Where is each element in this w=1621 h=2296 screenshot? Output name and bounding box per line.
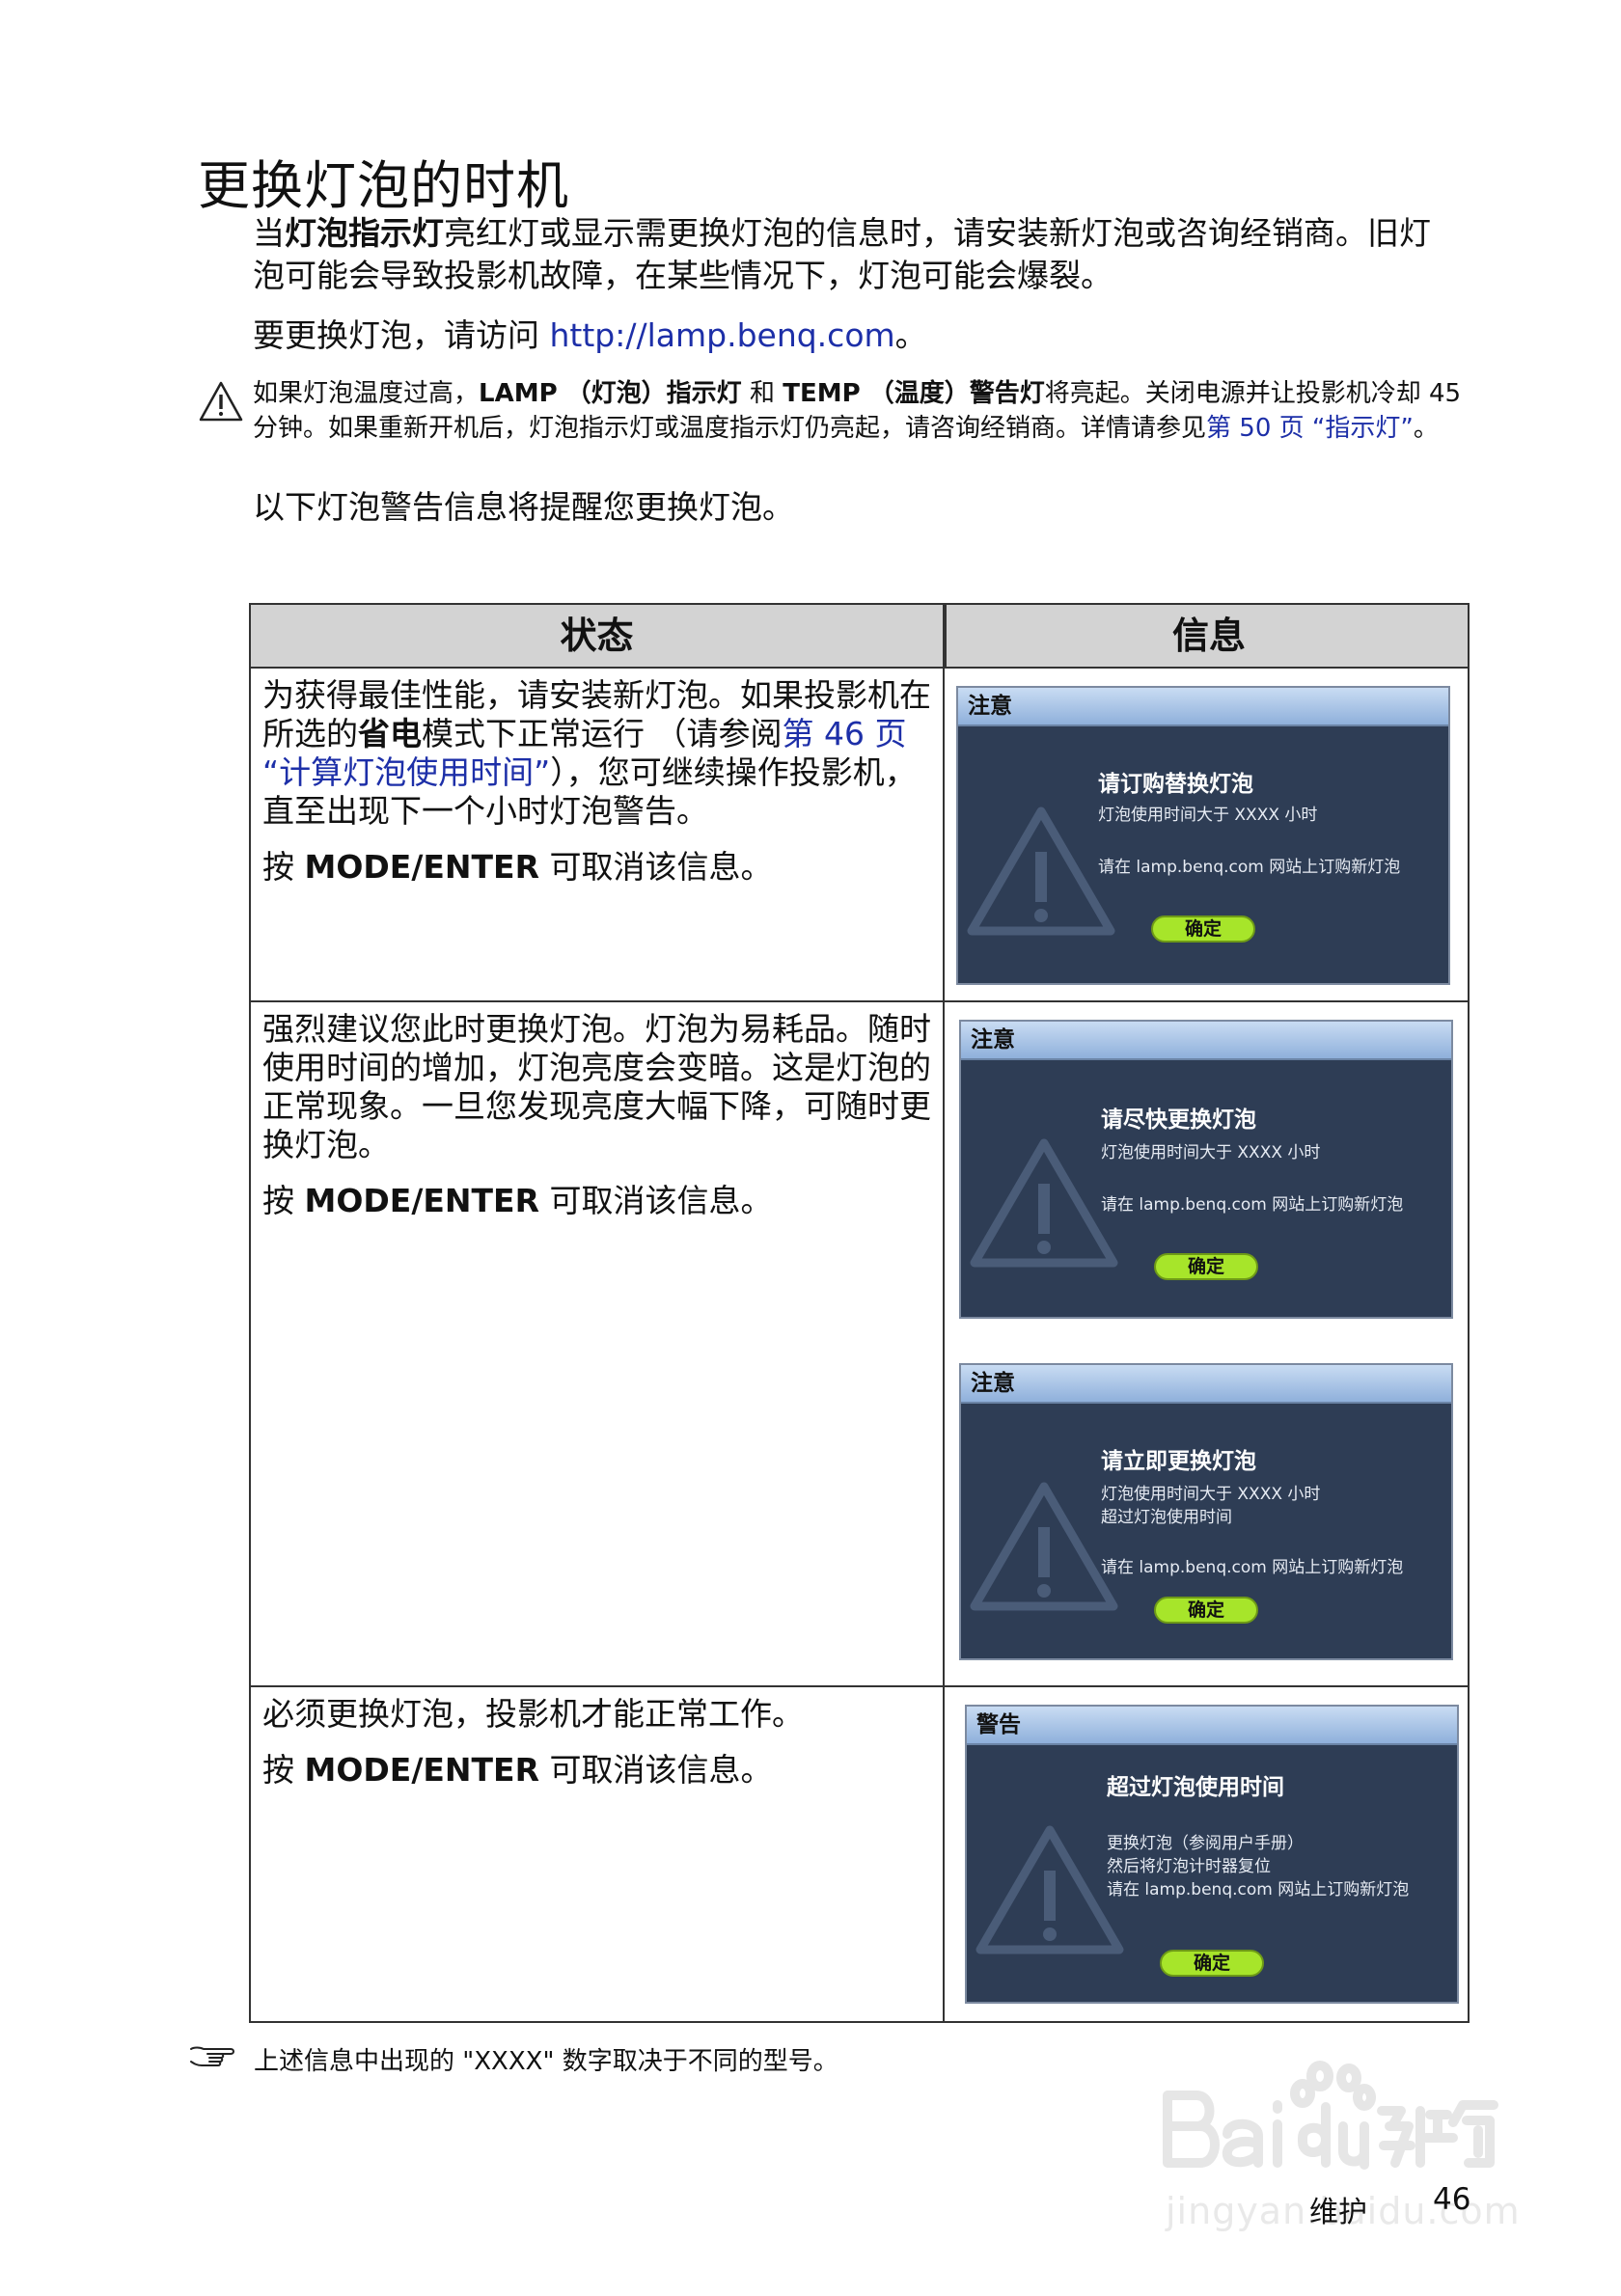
page-title: 更换灯泡的时机 — [198, 155, 569, 216]
osd-replace-now: 注意 请立即更换灯泡 灯泡使用时间大于 XXXX 小时 超过灯泡使用时间 请在 … — [959, 1363, 1453, 1660]
row-3-press: 按 MODE/ENTER 可取消该信息。 — [262, 1751, 773, 1789]
osd-title: 请尽快更换灯泡 — [1101, 1107, 1256, 1133]
osd-ok-button[interactable]: 确定 — [1160, 1950, 1264, 1977]
row-2-state: 强烈建议您此时更换灯泡。灯泡为易耗品。随时使用时间的增加，灯泡亮度会变暗。这是灯… — [262, 1010, 938, 1220]
row-divider — [251, 1000, 1468, 1002]
osd-line: 灯泡使用时间大于 XXXX 小时 — [1101, 1143, 1321, 1162]
caution-text: 如果灯泡温度过高，LAMP （灯泡）指示灯 和 TEMP （温度）警告灯将亮起。… — [253, 379, 1462, 443]
header-info: 信息 — [945, 605, 1471, 667]
note-text: 上述信息中出现的 "XXXX" 数字取决于不同的型号。 — [254, 2047, 838, 2076]
page-number: 46 — [1433, 2182, 1471, 2217]
row-1-text: 为获得最佳性能，请安装新灯泡。如果投影机在所选的省电模式下正常运行 （请参阅第 … — [262, 676, 931, 830]
pointing-hand-icon — [190, 2046, 234, 2066]
lead-paragraph: 以下灯泡警告信息将提醒您更换灯泡。 — [253, 488, 794, 526]
footer-section-title: 维护 — [1309, 2196, 1367, 2229]
osd-lamp-expired: 警告 超过灯泡使用时间 更换灯泡（参阅用户手册） 然后将灯泡计时器复位 请在 l… — [965, 1705, 1459, 2004]
osd-line: 请在 lamp.benq.com 网站上订购新灯泡 — [1101, 1195, 1404, 1215]
osd-line: 灯泡使用时间大于 XXXX 小时 — [1101, 1485, 1321, 1504]
osd-ok-button[interactable]: 确定 — [1154, 1253, 1258, 1280]
lamp-url-link[interactable]: http://lamp.benq.com — [550, 316, 895, 354]
row-1-press: 按 MODE/ENTER 可取消该信息。 — [262, 848, 773, 886]
warning-triangle-icon — [975, 1825, 1124, 1954]
visit-paragraph: 要更换灯泡，请访问 http://lamp.benq.com。 — [253, 316, 927, 354]
warning-triangle-icon — [970, 1482, 1118, 1611]
row-3-text: 必须更换灯泡，投影机才能正常工作。 — [262, 1695, 804, 1733]
lamp-message-table: 状态 信息 为获得最佳性能，请安装新灯泡。如果投影机在所选的省电模式下正常运行 … — [249, 603, 1470, 2023]
osd-header: 注意 — [958, 688, 1448, 726]
osd-order-lamp: 注意 请订购替换灯泡 灯泡使用时间大于 XXXX 小时 请在 lamp.benq… — [956, 686, 1450, 985]
table-header: 状态 信息 — [251, 605, 1468, 669]
row-divider — [251, 1685, 1468, 1687]
osd-header: 注意 — [961, 1022, 1451, 1060]
row-2-text: 强烈建议您此时更换灯泡。灯泡为易耗品。随时使用时间的增加，灯泡亮度会变暗。这是灯… — [262, 1010, 931, 1163]
osd-header: 注意 — [961, 1365, 1451, 1404]
osd-line: 请在 lamp.benq.com 网站上订购新灯泡 — [1101, 1558, 1404, 1577]
osd-ok-button[interactable]: 确定 — [1151, 916, 1255, 943]
header-state: 状态 — [560, 615, 634, 657]
row-3-state: 必须更换灯泡，投影机才能正常工作。 按 MODE/ENTER 可取消该信息。 — [262, 1695, 938, 1790]
intro-paragraph: 当灯泡指示灯亮红灯或显示需更换灯泡的信息时，请安装新灯泡或咨询经销商。旧灯泡可能… — [253, 214, 1431, 294]
osd-header: 警告 — [967, 1707, 1457, 1745]
indicator-page-link[interactable]: 第 50 页 “指示灯” — [1206, 414, 1414, 443]
column-divider — [943, 605, 945, 2021]
osd-line: 超过灯泡使用时间 — [1101, 1508, 1232, 1527]
osd-line: 然后将灯泡计时器复位 — [1107, 1857, 1271, 1876]
osd-title: 超过灯泡使用时间 — [1107, 1775, 1284, 1800]
osd-title: 请立即更换灯泡 — [1101, 1449, 1256, 1474]
osd-line: 更换灯泡（参阅用户手册） — [1107, 1834, 1304, 1853]
caution-icon — [199, 381, 243, 422]
warning-triangle-icon — [967, 806, 1115, 936]
osd-ok-button[interactable]: 确定 — [1154, 1597, 1258, 1624]
osd-line: 请在 lamp.benq.com 网站上订购新灯泡 — [1098, 858, 1401, 877]
osd-title: 请订购替换灯泡 — [1098, 772, 1253, 797]
warning-triangle-icon — [970, 1138, 1118, 1268]
osd-line: 请在 lamp.benq.com 网站上订购新灯泡 — [1107, 1880, 1410, 1900]
row-2-press: 按 MODE/ENTER 可取消该信息。 — [262, 1182, 773, 1219]
osd-line: 灯泡使用时间大于 XXXX 小时 — [1098, 806, 1318, 825]
row-1-state: 为获得最佳性能，请安装新灯泡。如果投影机在所选的省电模式下正常运行 （请参阅第 … — [262, 676, 938, 887]
baidu-jingyan-watermark — [1163, 2061, 1498, 2170]
osd-replace-soon: 注意 请尽快更换灯泡 灯泡使用时间大于 XXXX 小时 请在 lamp.benq… — [959, 1020, 1453, 1319]
